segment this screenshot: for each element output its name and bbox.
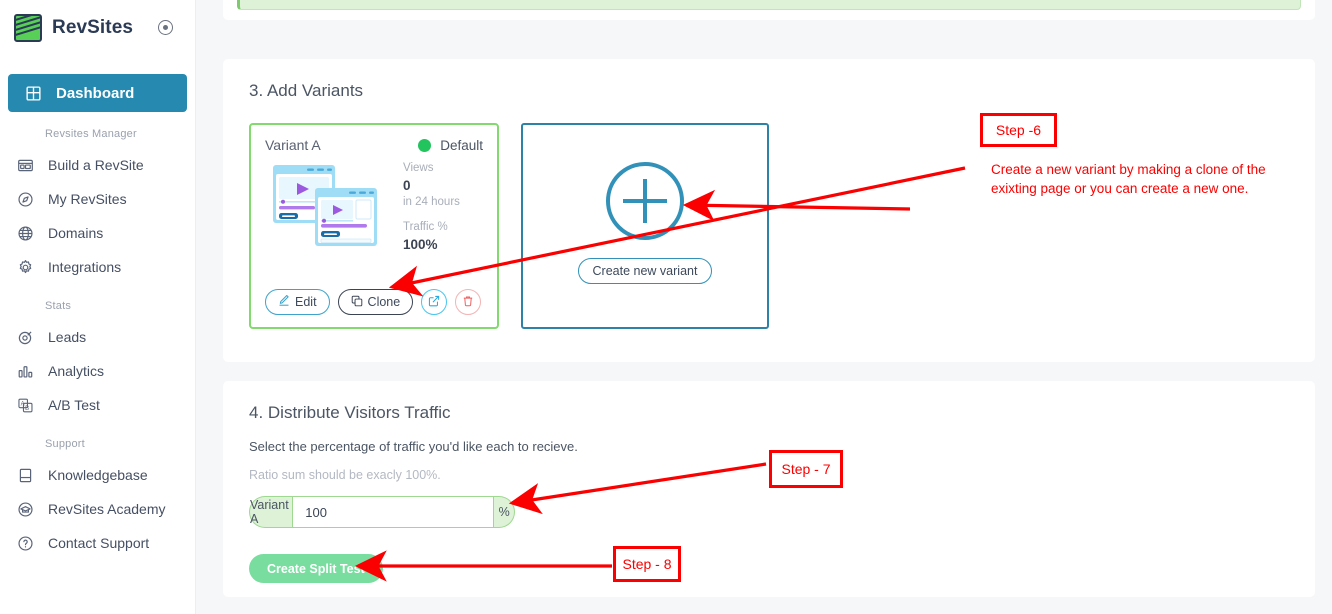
sidebar-item-label: Contact Support (48, 535, 150, 551)
views-value: 0 (403, 177, 411, 193)
sidebar-item-leads[interactable]: Leads (0, 320, 195, 354)
sidebar-group-title-manager: Revsites Manager (45, 128, 137, 140)
variant-card[interactable]: Variant A Default Views 0 in 24 hours Tr… (249, 123, 499, 329)
sidebar-item-dashboard[interactable]: Dashboard (8, 74, 187, 112)
sidebar-item-label: RevSites Academy (48, 501, 166, 517)
section-title-distribute-traffic: 4. Distribute Visitors Traffic (249, 403, 451, 422)
status-dot-icon (418, 138, 432, 152)
ratio-percentage-input[interactable] (292, 496, 495, 528)
sidebar: RevSites Dashboard Revsites Manager Buil… (0, 0, 196, 614)
sidebar-item-knowledgebase[interactable]: Knowledgebase (0, 458, 195, 492)
globe-icon (14, 222, 36, 244)
dashboard-grid-icon (22, 82, 44, 104)
sidebar-group-title-stats: Stats (45, 300, 72, 312)
sidebar-item-label: Build a RevSite (48, 157, 144, 173)
status-badge: Default (418, 138, 483, 153)
trash-icon (462, 295, 474, 310)
graduation-cap-icon (14, 498, 36, 520)
traffic-value: 100% (403, 236, 438, 252)
ratio-unit-label: % (494, 496, 515, 528)
svg-text:A: A (20, 401, 24, 407)
views-sublabel: in 24 hours (403, 195, 460, 208)
sidebar-item-label: Analytics (48, 363, 105, 379)
main-content: About us 3. Add Variants Variant A Defau… (196, 0, 1332, 614)
clone-variant-label: Clone (367, 295, 401, 309)
sidebar-item-analytics[interactable]: Analytics (0, 354, 195, 388)
variant-cards-row: Variant A Default Views 0 in 24 hours Tr… (249, 123, 1289, 329)
sidebar-item-integrations[interactable]: Integrations (0, 250, 195, 284)
edit-variant-button[interactable]: Edit (265, 289, 330, 315)
sidebar-item-label: A/B Test (48, 397, 100, 413)
sidebar-item-label: My RevSites (48, 191, 127, 207)
notice-panel: About us (223, 0, 1315, 20)
sidebar-item-label: Dashboard (56, 84, 135, 102)
compass-icon (14, 188, 36, 210)
create-new-variant-button[interactable]: Create new variant (577, 258, 713, 284)
sidebar-item-my-revsites[interactable]: My RevSites (0, 182, 195, 216)
add-variants-panel: 3. Add Variants Variant A Default Views … (223, 59, 1315, 362)
sidebar-item-revsites-academy[interactable]: RevSites Academy (0, 492, 195, 526)
traffic-hint-secondary: Ratio sum should be exacly 100%. (249, 468, 441, 482)
external-link-icon (428, 295, 440, 310)
views-label: Views (403, 162, 434, 174)
variant-stats: Views 0 in 24 hours Traffic % 100% (403, 161, 460, 254)
traffic-label: Traffic % (403, 221, 448, 234)
sidebar-item-label: Domains (48, 225, 104, 241)
open-variant-button[interactable] (421, 289, 448, 315)
page-variants-thumbnail (271, 161, 381, 253)
status-label: Default (440, 137, 483, 153)
copy-icon (351, 295, 363, 310)
brand-row: RevSites (0, 0, 195, 56)
sidebar-item-label: Knowledgebase (48, 467, 148, 483)
ab-test-icon: A B (14, 394, 36, 416)
edit-variant-label: Edit (295, 295, 317, 309)
sidebar-item-label: Integrations (48, 259, 122, 275)
sidebar-group-title-support: Support (45, 438, 85, 450)
delete-variant-button[interactable] (455, 289, 482, 315)
variant-card-actions: Edit Clone (265, 289, 482, 315)
sidebar-item-contact-support[interactable]: Contact Support (0, 526, 195, 560)
clone-variant-button[interactable]: Clone (337, 289, 414, 315)
layout-builder-icon (14, 154, 36, 176)
revsites-logo-icon (14, 14, 42, 42)
variant-card-body: Views 0 in 24 hours Traffic % 100% (265, 161, 483, 254)
collapse-toggle-icon[interactable] (158, 20, 173, 35)
sidebar-item-label: Leads (48, 329, 87, 345)
question-circle-icon (14, 532, 36, 554)
sidebar-item-ab-test[interactable]: A B A/B Test (0, 388, 195, 422)
sidebar-item-build-a-revsite[interactable]: Build a RevSite (0, 148, 195, 182)
distribute-traffic-panel: 4. Distribute Visitors Traffic Select th… (223, 381, 1315, 597)
section-title-add-variants: 3. Add Variants (249, 81, 364, 100)
variant-card-header: Variant A Default (265, 137, 483, 153)
book-icon (14, 464, 36, 486)
notice-box: About us (237, 0, 1301, 10)
brand-name: RevSites (52, 17, 134, 38)
target-icon (14, 326, 36, 348)
ratio-variant-label: Variant A (249, 496, 293, 528)
pencil-square-icon (278, 294, 290, 310)
plus-circle-icon[interactable] (606, 162, 684, 240)
sidebar-item-domains[interactable]: Domains (0, 216, 195, 250)
variant-name: Variant A (265, 137, 321, 153)
bar-chart-icon (14, 360, 36, 382)
traffic-ratio-row: Variant A % (249, 496, 515, 528)
app-root: RevSites Dashboard Revsites Manager Buil… (0, 0, 1332, 614)
create-new-variant-card[interactable]: Create new variant (521, 123, 769, 329)
create-split-test-button[interactable]: Create Split Test (249, 554, 383, 583)
traffic-hint-primary: Select the percentage of traffic you'd l… (249, 439, 578, 454)
gear-icon (14, 256, 36, 278)
svg-text:B: B (25, 405, 29, 411)
